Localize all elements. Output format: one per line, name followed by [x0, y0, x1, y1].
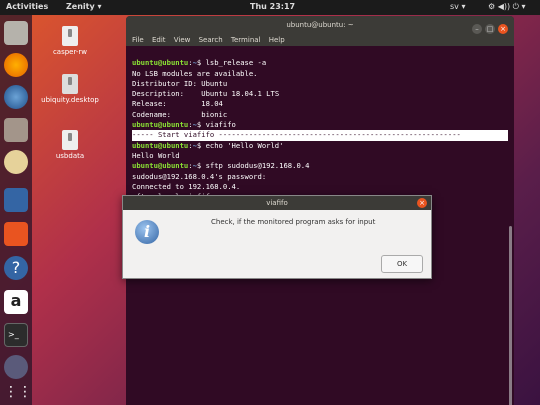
desktop-item-usbdata[interactable]: usbdata	[40, 130, 100, 160]
usb-drive-icon	[62, 130, 78, 150]
menu-view[interactable]: View	[174, 36, 191, 44]
dialog-message: Check, if the monitored program asks for…	[211, 218, 376, 226]
desktop-file-icon	[62, 74, 78, 94]
desktop-item-label: ubiquity.desktop	[41, 96, 99, 104]
help-icon[interactable]: ?	[4, 256, 28, 280]
menu-help[interactable]: Help	[269, 36, 285, 44]
terminal-line: ubuntu@ubuntu:~$ echo 'Hello World'	[132, 140, 284, 150]
top-bar: Activities Zenity ▾ Thu 23:17 sv ▾ ⚙ ◀))…	[0, 0, 540, 15]
terminal-line: Release: 18.04	[132, 99, 223, 109]
terminal-titlebar[interactable]: ubuntu@ubuntu: ~ – □ ×	[126, 16, 514, 34]
terminal-line-highlighted: ----- Start viafifo --------------------…	[132, 130, 508, 141]
keyboard-layout-menu[interactable]: sv ▾	[450, 2, 465, 11]
minimize-icon[interactable]: –	[472, 24, 482, 34]
terminal-title: ubuntu@ubuntu: ~	[286, 21, 354, 29]
desktop-item-ubiquity[interactable]: ubiquity.desktop	[40, 74, 100, 104]
terminal-line: ubuntu@ubuntu:~$ sftp sudodus@192.168.0.…	[132, 161, 310, 171]
terminal-icon[interactable]: >_	[4, 323, 28, 347]
installer-icon[interactable]	[4, 21, 28, 45]
show-applications-icon[interactable]: ⋮⋮	[4, 381, 32, 405]
activities-button[interactable]: Activities	[6, 2, 48, 11]
firefox-icon[interactable]	[4, 53, 28, 77]
terminal-line: ubuntu@ubuntu:~$ viafifo	[132, 120, 236, 130]
dialog-title: viafifo	[266, 199, 288, 207]
ok-button[interactable]: OK	[381, 255, 423, 273]
writer-icon[interactable]	[4, 188, 28, 212]
menu-edit[interactable]: Edit	[152, 36, 166, 44]
terminal-menubar: File Edit View Search Terminal Help	[126, 34, 514, 46]
terminal-line: Connected to 192.168.0.4.	[132, 181, 241, 191]
files-icon[interactable]	[4, 118, 28, 142]
desktop-item-casper-rw[interactable]: casper-rw	[40, 26, 100, 56]
info-dialog: viafifo × i Check, if the monitored prog…	[122, 195, 432, 279]
dialog-titlebar[interactable]: viafifo ×	[123, 196, 431, 210]
terminal-line: Codename: bionic	[132, 109, 228, 119]
system-tray-menu[interactable]: ⚙ ◀)) ⏻ ▾	[488, 2, 526, 12]
maximize-icon[interactable]: □	[485, 24, 495, 34]
terminal-line: ubuntu@ubuntu:~$ lsb_release -a	[132, 58, 267, 68]
desktop-item-label: usbdata	[55, 152, 85, 160]
amazon-icon[interactable]: a	[4, 290, 28, 314]
info-icon: i	[135, 220, 159, 244]
terminal-line: Hello World	[132, 150, 180, 160]
terminal-line: No LSB modules are available.	[132, 68, 258, 78]
menu-file[interactable]: File	[132, 36, 144, 44]
usb-drive-icon	[62, 26, 78, 46]
app-menu[interactable]: Zenity ▾	[66, 2, 102, 11]
zenity-icon[interactable]	[4, 355, 28, 379]
menu-terminal[interactable]: Terminal	[231, 36, 261, 44]
desktop-item-label: casper-rw	[52, 48, 88, 56]
software-icon[interactable]	[4, 222, 28, 246]
terminal-line: Distributor ID: Ubuntu	[132, 78, 228, 88]
menu-search[interactable]: Search	[199, 36, 223, 44]
close-icon[interactable]: ×	[498, 24, 508, 34]
terminal-scrollbar[interactable]	[509, 226, 512, 405]
terminal-line: sudodus@192.168.0.4's password:	[132, 171, 267, 181]
rhythmbox-icon[interactable]	[4, 150, 28, 174]
close-icon[interactable]: ×	[417, 198, 427, 208]
thunderbird-icon[interactable]	[4, 85, 28, 109]
terminal-line: Description: Ubuntu 18.04.1 LTS	[132, 89, 280, 99]
dock: ? a >_ ⋮⋮	[0, 15, 32, 405]
clock[interactable]: Thu 23:17	[250, 2, 295, 11]
